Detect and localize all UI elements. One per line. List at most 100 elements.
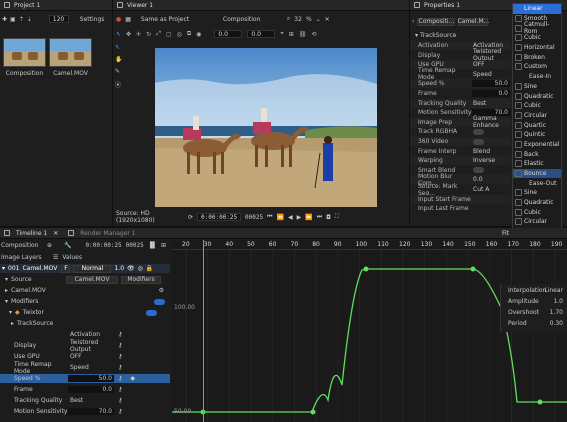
param-value[interactable]: Activation <box>68 331 114 338</box>
timeline-comp-select[interactable]: Composition <box>1 242 43 249</box>
timeline-param-row[interactable]: Display Twistored Output ⚷ <box>0 339 170 353</box>
twixtor-toggle[interactable] <box>146 309 157 316</box>
viewer-frame[interactable]: 00025 <box>245 214 263 221</box>
modifiers-toggle[interactable] <box>154 298 165 305</box>
timeline-frame[interactable]: 00025 <box>126 242 144 249</box>
property-toggle[interactable] <box>473 167 484 174</box>
easing-item[interactable]: Exponential <box>513 140 561 150</box>
transform-field-2[interactable]: 0.0 <box>247 30 276 38</box>
easing-item[interactable]: Quartic <box>513 120 561 130</box>
wrench-icon[interactable]: 🔧 <box>64 242 71 249</box>
go-start-icon[interactable]: ⏮ <box>267 213 272 221</box>
video-frame[interactable] <box>155 48 377 207</box>
folder-icon[interactable]: ▣ <box>10 16 16 23</box>
snap-icon[interactable]: ⌖ <box>280 30 283 38</box>
easing-item[interactable]: Cubic <box>513 33 561 43</box>
keyframe-point[interactable] <box>470 266 476 272</box>
easing-item[interactable]: Circular <box>513 217 561 227</box>
lock-icon[interactable]: 🔒 <box>146 265 153 272</box>
keyframe-point[interactable] <box>537 399 543 405</box>
viewer-timecode[interactable]: 0:00:00:25 <box>197 213 242 221</box>
tree-twixtor[interactable]: Twixtor <box>23 309 44 316</box>
close-icon[interactable]: ✕ <box>53 230 58 237</box>
source-mode-select[interactable]: Same as Project <box>141 16 211 23</box>
download-icon[interactable]: ⇣ <box>27 16 32 23</box>
timeline-timecode[interactable]: 0:00:00:25 <box>86 242 122 249</box>
easing-item[interactable]: Sine <box>513 82 561 92</box>
timeline-param-row[interactable]: Speed % 50.0 ⚷ ◆ <box>0 374 170 383</box>
easing-item[interactable]: Horizontal <box>513 43 561 53</box>
zoom-icon[interactable]: ⌕ <box>287 15 290 23</box>
keyframe-icon[interactable]: ⚷ <box>118 331 122 338</box>
prev-frame-icon[interactable]: ⏪ <box>277 214 284 221</box>
play-reverse-icon[interactable]: ◀ <box>288 214 293 221</box>
tree-camel[interactable]: Camel.MOV <box>11 287 46 294</box>
item-count-field[interactable]: 120 <box>48 15 69 23</box>
fx-icon[interactable]: F <box>61 264 71 273</box>
timeline-param-row[interactable]: Tracking Quality Best ⚷ <box>0 396 170 405</box>
keyframe-icon[interactable]: ⚷ <box>118 397 122 404</box>
play-icon[interactable]: ▶ <box>297 214 302 221</box>
keyframe-icon[interactable]: ⚷ <box>118 353 122 360</box>
chevron-down-icon[interactable]: ⌄ <box>316 16 321 23</box>
render-manager-tab[interactable]: Render Manager 1 <box>80 230 135 237</box>
plus-tool-icon[interactable]: ✛ <box>136 31 141 38</box>
pen-icon[interactable]: ✎ <box>115 68 125 75</box>
easing-item[interactable]: Linear <box>513 4 561 14</box>
param-value[interactable]: 70.0 <box>68 408 114 415</box>
easing-item[interactable]: Quadratic <box>513 198 561 208</box>
hand-icon[interactable]: ✋ <box>115 56 125 63</box>
solo-icon[interactable]: ◎ <box>138 265 143 272</box>
transform-field-1[interactable]: 0.0 <box>214 30 243 38</box>
align-icon[interactable]: ⊞ <box>289 31 294 38</box>
record-icon[interactable]: ● <box>116 16 121 23</box>
markers-icon[interactable]: ▐▌ <box>148 242 157 249</box>
expand-icon[interactable]: ▾ <box>2 265 5 272</box>
interp-value[interactable]: 1.70 <box>541 309 563 316</box>
easing-item[interactable]: Quadratic <box>513 91 561 101</box>
property-value[interactable]: 0.0 <box>472 90 510 97</box>
param-value[interactable]: Twistored Output <box>68 339 114 353</box>
brush-icon[interactable]: ⦿ <box>115 80 125 89</box>
tab-composition[interactable]: Compositi... <box>417 17 456 26</box>
keyframe-point[interactable] <box>310 409 316 415</box>
property-value[interactable]: Cut A <box>472 186 510 193</box>
timeline-ruler[interactable]: 20 30 40 50 60 70 80 90 100 110 120 130 140 150 160 170… <box>172 240 567 250</box>
playhead[interactable] <box>203 240 204 422</box>
property-value[interactable]: 50.0 <box>472 80 510 88</box>
move-tool-icon[interactable]: ✥ <box>126 31 131 38</box>
easing-item[interactable]: Broken <box>513 52 561 62</box>
tree-tracksource[interactable]: TrackSource <box>17 320 53 327</box>
grid-icon[interactable]: ▦ <box>125 16 131 23</box>
expand-icon[interactable]: ▸ <box>11 320 14 327</box>
param-value[interactable]: Speed <box>68 364 114 371</box>
keyframe-icon[interactable]: ⚷ <box>118 342 122 349</box>
param-value[interactable]: OFF <box>68 353 114 360</box>
keyframe-icon[interactable]: ⚷ <box>118 375 122 382</box>
param-value[interactable]: Best <box>68 397 114 404</box>
property-value[interactable]: Speed <box>472 71 510 78</box>
easing-item[interactable]: Bounce <box>513 168 561 179</box>
easing-item[interactable]: Sine <box>513 188 561 198</box>
interp-value[interactable]: 0.30 <box>541 320 563 327</box>
opacity-value[interactable]: 1.0 <box>114 265 124 272</box>
project-item-camel[interactable]: Camel.MOV <box>49 38 92 77</box>
property-value[interactable]: Inverse <box>472 157 510 164</box>
timeline-title[interactable]: Timeline 1 <box>16 230 47 237</box>
pin-tool-icon[interactable]: ◎ <box>177 31 182 38</box>
rotate-tool-icon[interactable]: ↻ <box>146 31 151 38</box>
settings-button[interactable]: Settings <box>80 16 105 23</box>
easing-item[interactable]: Cubic <box>513 101 561 111</box>
add-layer-icon[interactable]: ⊕ <box>47 242 52 249</box>
timeline-param-row[interactable]: Time Remap Mode Speed ⚷ <box>0 361 170 375</box>
easing-item[interactable]: Back <box>513 149 561 159</box>
layer-row[interactable]: ▾ 001 Camel.MOV F Normal 1.0 👁 ◎ 🔒 <box>0 264 170 273</box>
select-icon[interactable]: ↖ <box>115 44 125 51</box>
keyframe-icon[interactable]: ⚷ <box>118 386 122 393</box>
property-toggle[interactable] <box>473 138 484 145</box>
camera-tool-icon[interactable]: ◉ <box>196 31 201 38</box>
interp-value[interactable]: Linear <box>541 287 563 294</box>
menu-icon[interactable]: ☰ <box>53 254 58 261</box>
fullscreen-icon[interactable]: ⛶ <box>335 213 339 221</box>
easing-item[interactable]: Custom <box>513 62 561 72</box>
